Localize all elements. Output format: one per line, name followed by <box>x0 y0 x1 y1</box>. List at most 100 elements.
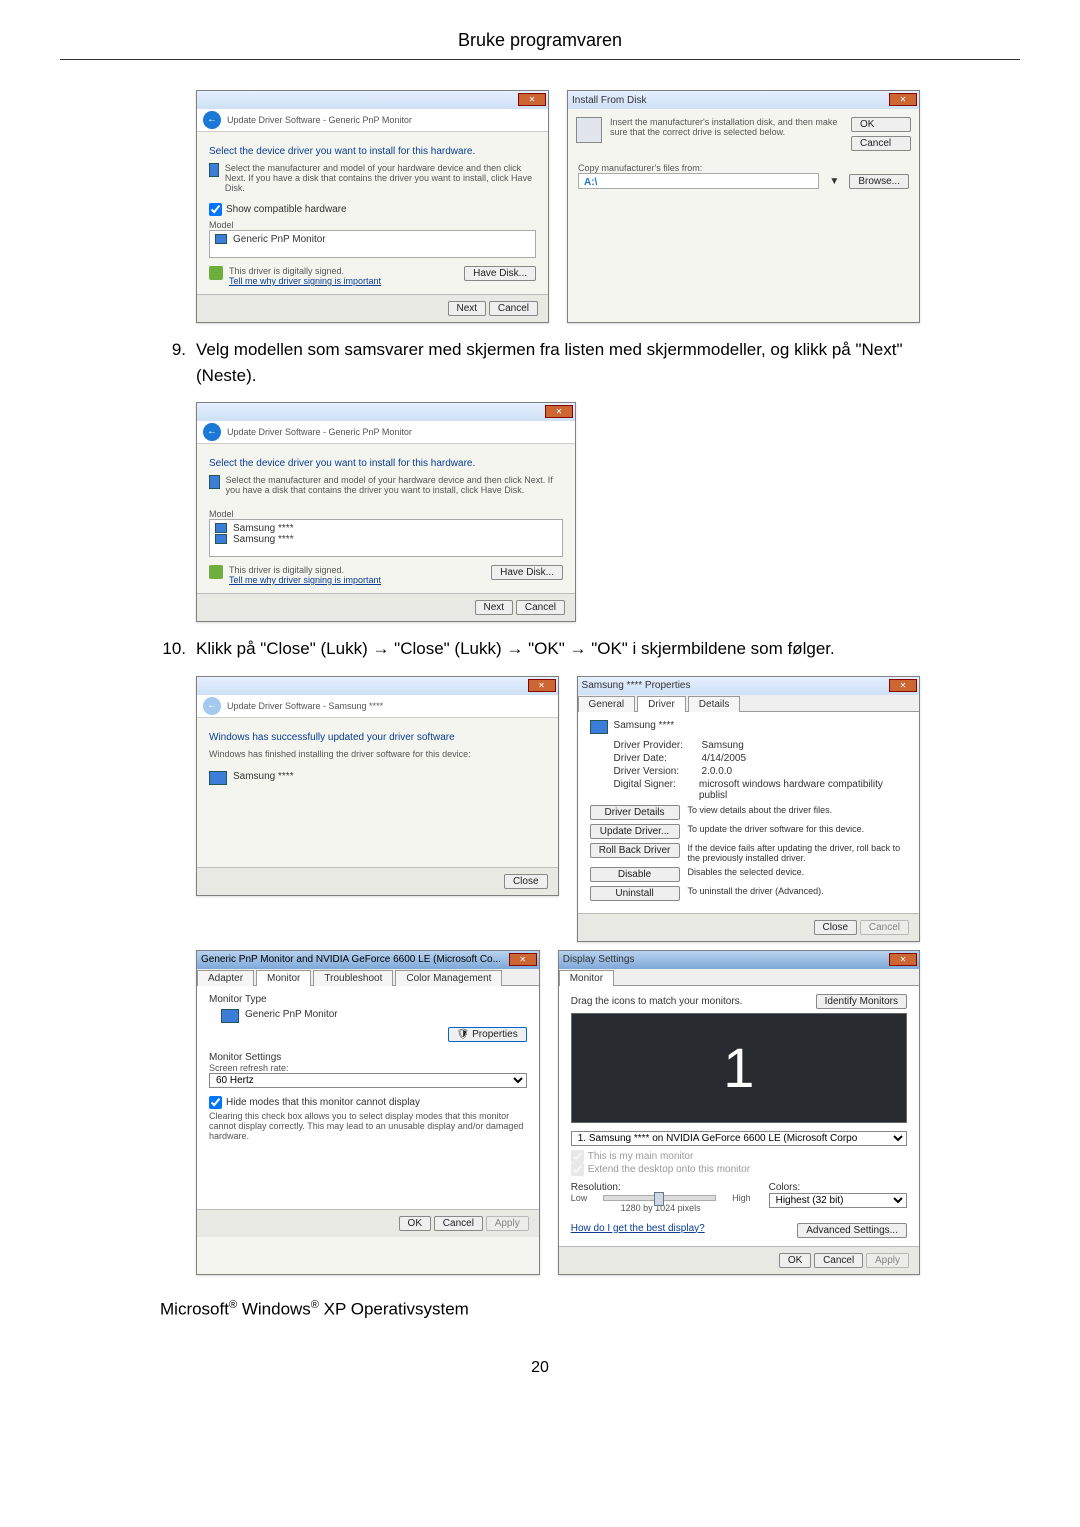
header-rule <box>60 59 1020 60</box>
close-icon[interactable]: ✕ <box>889 93 917 106</box>
cancel-button[interactable]: Cancel <box>489 301 538 316</box>
driver-properties-dialog: Samsung **** Properties ✕ General Driver… <box>577 676 920 942</box>
hide-modes-warning: Clearing this check box allows you to se… <box>209 1111 527 1141</box>
colors-select[interactable]: Highest (32 bit) <box>769 1193 907 1208</box>
identify-monitors-button[interactable]: Identify Monitors <box>816 994 907 1009</box>
resolution-slider[interactable] <box>603 1195 716 1201</box>
shield-icon <box>209 565 223 579</box>
monitor-icon <box>215 234 227 244</box>
monitor-icon <box>209 771 227 785</box>
close-icon[interactable]: ✕ <box>545 405 573 418</box>
tab-monitor[interactable]: Monitor <box>559 970 614 986</box>
compat-checkbox[interactable]: Show compatible hardware <box>209 204 347 215</box>
tab-monitor[interactable]: Monitor <box>256 970 311 986</box>
shield-icon <box>209 266 223 280</box>
monitor-icon <box>209 163 219 177</box>
step-10: 10. Klikk på "Close" (Lukk) → "Close" (L… <box>160 636 920 662</box>
tab-driver[interactable]: Driver <box>637 696 686 712</box>
success-sub: Windows has finished installing the driv… <box>209 749 546 759</box>
have-disk-button[interactable]: Have Disk... <box>464 266 536 281</box>
disable-button[interactable]: Disable <box>590 867 680 882</box>
step-9: 9. Velg modellen som samsvarer med skjer… <box>160 337 920 388</box>
apply-button: Apply <box>866 1253 909 1268</box>
back-icon[interactable]: ← <box>203 111 221 129</box>
signed-text: This driver is digitally signed. <box>229 565 381 575</box>
signed-text: This driver is digitally signed. <box>229 266 381 276</box>
monitor-icon <box>215 523 227 533</box>
cancel-button[interactable]: Cancel <box>814 1253 863 1268</box>
update-driver-wizard-2: ✕ ← Update Driver Software - Generic PnP… <box>196 402 576 622</box>
tab-details[interactable]: Details <box>688 696 741 712</box>
model-list[interactable]: Samsung **** Samsung **** <box>209 519 563 557</box>
monitor-icon <box>209 475 220 489</box>
main-monitor-checkbox: This is my main monitor <box>571 1151 694 1162</box>
breadcrumb: Update Driver Software - Samsung **** <box>227 701 383 711</box>
cancel-button: Cancel <box>860 920 909 935</box>
close-icon[interactable]: ✕ <box>889 679 917 692</box>
roll-back-button[interactable]: Roll Back Driver <box>590 843 680 858</box>
close-button[interactable]: Close <box>814 920 858 935</box>
signing-link[interactable]: Tell me why driver signing is important <box>229 276 381 286</box>
copy-from-label: Copy manufacturer's files from: <box>578 163 909 173</box>
uninstall-button[interactable]: Uninstall <box>590 886 680 901</box>
next-button[interactable]: Next <box>448 301 487 316</box>
monitor-icon <box>221 1009 239 1023</box>
refresh-rate-select[interactable]: 60 Hertz <box>209 1073 527 1088</box>
close-icon[interactable]: ✕ <box>528 679 556 692</box>
window-titlebar: Install From Disk ✕ <box>568 91 919 109</box>
model-label: Model <box>209 509 563 519</box>
tab-general[interactable]: General <box>578 696 636 712</box>
model-list[interactable]: Generic PnP Monitor <box>209 230 536 258</box>
next-button[interactable]: Next <box>475 600 514 615</box>
tab-color-mgmt[interactable]: Color Management <box>395 970 502 986</box>
tab-troubleshoot[interactable]: Troubleshoot <box>313 970 393 986</box>
advanced-settings-button[interactable]: Advanced Settings... <box>797 1223 907 1238</box>
device-name: Samsung **** <box>233 771 294 782</box>
back-icon[interactable]: ← <box>203 423 221 441</box>
wizard-heading: Select the device driver you want to ins… <box>209 146 536 157</box>
ok-button[interactable]: OK <box>399 1216 431 1231</box>
close-icon[interactable]: ✕ <box>518 93 546 106</box>
close-button[interactable]: Close <box>504 874 548 889</box>
signing-link[interactable]: Tell me why driver signing is important <box>229 575 381 585</box>
window-titlebar: ✕ <box>197 91 548 109</box>
close-icon[interactable]: ✕ <box>509 953 537 966</box>
have-disk-button[interactable]: Have Disk... <box>491 565 563 580</box>
os-label: Microsoft® Windows® XP Operativsystem <box>160 1299 920 1320</box>
monitor-preview[interactable]: 1 <box>571 1013 907 1123</box>
properties-button[interactable]: 🛡 Properties <box>448 1027 527 1042</box>
page-header: Bruke programvaren <box>60 30 1020 60</box>
tab-adapter[interactable]: Adapter <box>197 970 254 986</box>
drag-label: Drag the icons to match your monitors. <box>571 996 743 1007</box>
cancel-button[interactable]: Cancel <box>851 136 911 151</box>
best-display-link[interactable]: How do I get the best display? <box>571 1223 705 1234</box>
monitor-select[interactable]: 1. Samsung **** on NVIDIA GeForce 6600 L… <box>571 1131 907 1146</box>
dialog-title: Install From Disk <box>572 95 646 106</box>
ok-button[interactable]: OK <box>851 117 911 132</box>
back-icon: ← <box>203 697 221 715</box>
monitor-type-label: Monitor Type <box>209 994 527 1005</box>
dialog-title: Samsung **** Properties <box>582 680 691 691</box>
wizard-subtext: Select the manufacturer and model of you… <box>226 475 563 495</box>
browse-button[interactable]: Browse... <box>849 174 909 189</box>
monitor-settings-label: Monitor Settings <box>209 1052 527 1063</box>
device-name: Samsung **** <box>614 720 675 731</box>
cancel-button[interactable]: Cancel <box>434 1216 483 1231</box>
close-icon[interactable]: ✕ <box>889 953 917 966</box>
cancel-button[interactable]: Cancel <box>516 600 565 615</box>
path-input[interactable]: A:\ <box>578 173 819 189</box>
colors-label: Colors: <box>769 1182 907 1193</box>
hide-modes-checkbox[interactable]: Hide modes that this monitor cannot disp… <box>209 1097 420 1108</box>
refresh-rate-label: Screen refresh rate: <box>209 1063 527 1073</box>
device-name: Generic PnP Monitor <box>245 1009 338 1020</box>
install-from-disk-dialog: Install From Disk ✕ Insert the manufactu… <box>567 90 920 323</box>
extend-desktop-checkbox: Extend the desktop onto this monitor <box>571 1164 750 1175</box>
wizard-subtext: Select the manufacturer and model of you… <box>225 163 536 193</box>
page-title: Bruke programvaren <box>60 30 1020 51</box>
ok-button[interactable]: OK <box>779 1253 811 1268</box>
page-number: 20 <box>60 1359 1020 1377</box>
update-driver-button[interactable]: Update Driver... <box>590 824 680 839</box>
success-heading: Windows has successfully updated your dr… <box>209 732 546 743</box>
update-driver-success: ✕ ← Update Driver Software - Samsung ***… <box>196 676 559 896</box>
driver-details-button[interactable]: Driver Details <box>590 805 680 820</box>
